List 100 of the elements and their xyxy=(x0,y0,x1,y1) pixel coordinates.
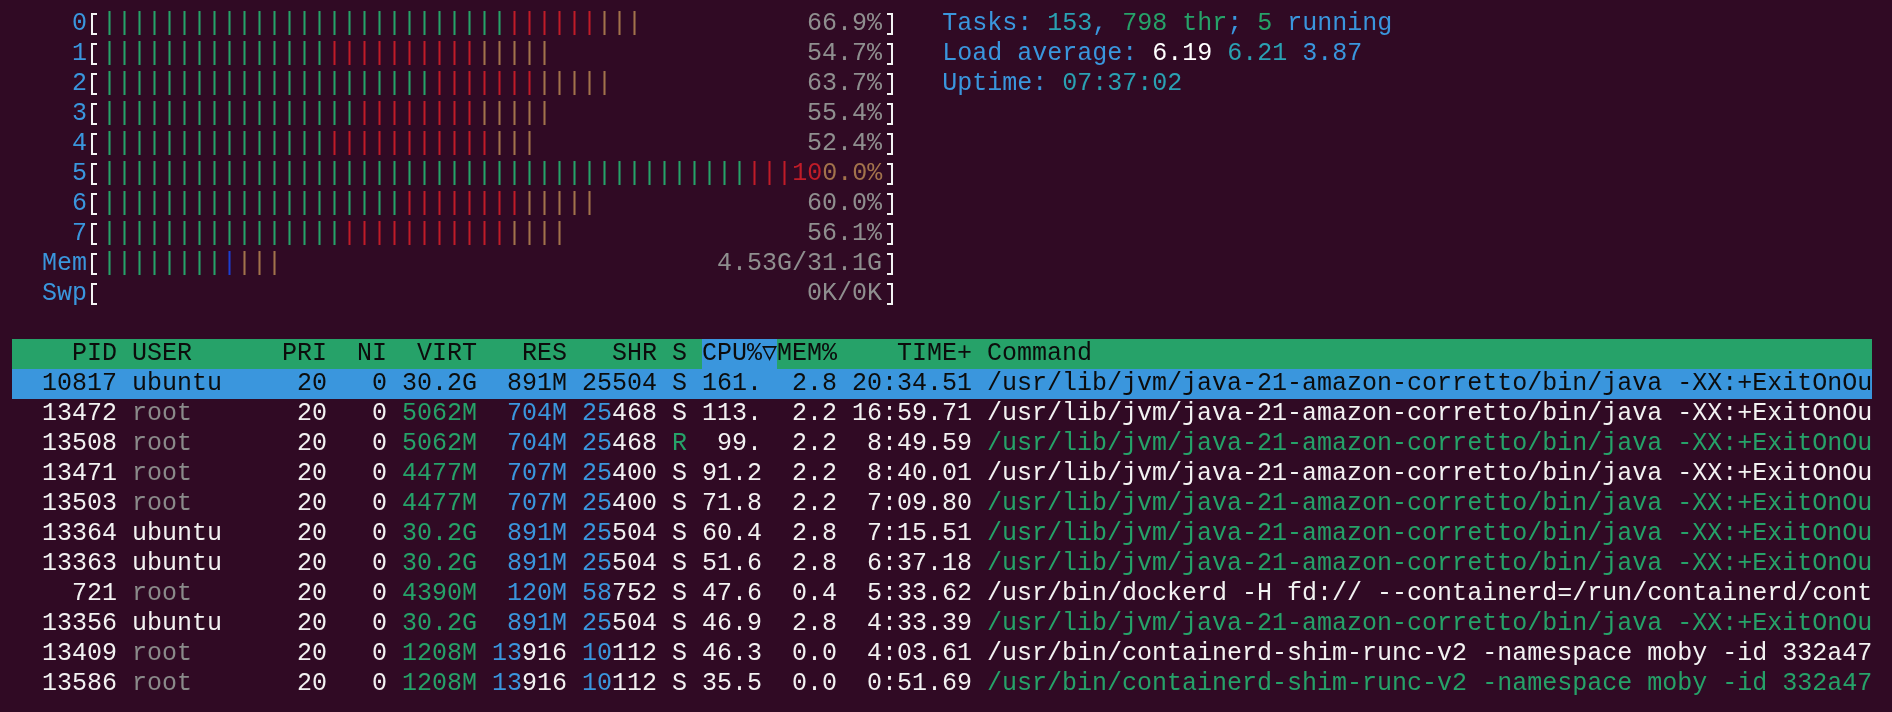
column-header[interactable]: USER xyxy=(132,339,283,369)
meter-label: 3 xyxy=(71,99,87,129)
meter-bar-text: |||||||| xyxy=(102,249,223,279)
table-cell-text: 51.6 xyxy=(702,549,764,579)
table-cell-text: 5062M xyxy=(402,399,479,429)
table-cell-text: 7:09.80 xyxy=(866,489,974,519)
command-cell-text: /usr/lib/jvm/java-21-amazon-corretto/bin/java -XX:+ExitOnOu xyxy=(987,609,1874,639)
table-cell-text: 0 xyxy=(371,609,389,639)
table-cell-text: 60.4 xyxy=(702,519,764,549)
table-cell-text: 13916 xyxy=(492,669,569,699)
meter-bar-text: |||| xyxy=(507,219,568,249)
table-cell-text: S xyxy=(672,549,689,579)
meter-bar-text: | xyxy=(222,249,238,279)
table-cell-text: 4:33.39 xyxy=(866,609,974,639)
table-cell-text: R xyxy=(672,429,689,459)
table-cell-text: 20 xyxy=(296,669,329,699)
selected-process-row[interactable]: 10817 ubuntu 20 0 30.2G 891M 25504 S 161. 2.8 20:34.51 /usr/lib/jvm/java-21-amazon-corretto/bin/java -XX:+ExitOnOu xyxy=(12,369,1873,399)
column-header[interactable]: VIRT xyxy=(402,339,493,369)
table-cell-text: 4477M xyxy=(402,459,479,489)
table-cell-text: 0.0 xyxy=(791,669,839,699)
table-cell-text: S xyxy=(672,669,689,699)
meter-bar-text: ||||||||||| xyxy=(327,129,493,159)
table-cell-text: 10112 xyxy=(582,639,659,669)
table-cell-text: 71.8 xyxy=(702,489,764,519)
meter-label: 5 xyxy=(71,159,87,189)
table-cell-text: 20 xyxy=(296,429,329,459)
table-cell-text: 25504 xyxy=(582,519,659,549)
table-cell-text: 25468 xyxy=(582,429,659,459)
column-header[interactable]: CPU%▽ xyxy=(702,339,778,369)
table-cell-text: 20 xyxy=(296,609,329,639)
column-header[interactable]: TIME+ xyxy=(852,339,988,369)
table-cell-text: 20:34.51 xyxy=(852,369,974,399)
table-cell-text: 5:33.62 xyxy=(866,579,974,609)
table-cell-text: 20 xyxy=(296,579,329,609)
table-cell-text: 13471 xyxy=(41,459,118,489)
table-cell-text: root xyxy=(132,429,194,459)
column-header[interactable]: MEM% xyxy=(777,339,853,369)
command-cell-text: /usr/bin/dockerd -H fd:// --containerd=/run/containerd/cont xyxy=(987,579,1874,609)
table-cell-text: 13364 xyxy=(41,519,118,549)
command-cell-text: /usr/bin/containerd-shim-runc-v2 -namespace moby -id 332a47 xyxy=(987,639,1874,669)
meter-bar-text: ||||||||||||||||| xyxy=(102,99,358,129)
meter-bar-text: |||||||||| xyxy=(327,39,478,69)
table-cell-text: 13472 xyxy=(41,399,118,429)
table-cell-text: 0 xyxy=(371,549,389,579)
table-cell-text: 0 xyxy=(371,489,389,519)
meter-bar-text: |||||||||||||||| xyxy=(102,219,343,249)
meter-bar-text: ||||||| xyxy=(432,69,538,99)
table-cell-text: 5062M xyxy=(402,429,479,459)
meter-bar-text: ||| xyxy=(747,159,793,189)
table-cell-text: root xyxy=(132,579,194,609)
meter-reading: 4.53G/31.1G xyxy=(717,249,883,279)
column-header[interactable]: RES xyxy=(492,339,583,369)
column-header[interactable]: NI xyxy=(342,339,403,369)
column-header[interactable]: Command xyxy=(987,339,1873,369)
column-header[interactable]: PRI xyxy=(282,339,343,369)
table-cell-text: 16:59.71 xyxy=(852,399,974,429)
table-cell-text: 2.8 xyxy=(791,519,839,549)
table-cell-text: ubuntu xyxy=(132,369,224,399)
table-cell-text: ubuntu xyxy=(132,609,224,639)
table-cell-text: 20 xyxy=(296,369,329,399)
table-cell-text: S xyxy=(672,639,689,669)
table-cell-text: 2.2 xyxy=(791,489,839,519)
table-cell-text: 0 xyxy=(371,579,389,609)
table-cell-text: 0.0 xyxy=(791,639,839,669)
meter-label: 4 xyxy=(71,129,87,159)
table-cell-text: S xyxy=(672,459,689,489)
table-cell-text: 2.8 xyxy=(791,369,839,399)
table-cell-text: 4477M xyxy=(402,489,479,519)
meter-reading: 63.7% xyxy=(807,69,883,99)
meter-reading: 60.0% xyxy=(807,189,883,219)
table-cell-text: 10817 xyxy=(41,369,118,399)
table-cell-text: 7:15.51 xyxy=(866,519,974,549)
table-cell-text: S xyxy=(672,609,689,639)
meter-label: 1 xyxy=(71,39,87,69)
table-cell-text: 891M xyxy=(506,519,569,549)
command-cell-text: /usr/lib/jvm/java-21-amazon-corretto/bin/java -XX:+ExitOnOu xyxy=(987,519,1874,549)
table-cell-text: root xyxy=(132,669,194,699)
table-cell-text: 2.2 xyxy=(791,429,839,459)
table-cell-text: 20 xyxy=(296,549,329,579)
meter-reading: 54.7% xyxy=(807,39,883,69)
table-cell-text: 46.9 xyxy=(702,609,764,639)
table-cell-text: 704M xyxy=(506,399,569,429)
table-cell-text: 2.2 xyxy=(791,459,839,489)
table-cell-text: 0.4 xyxy=(791,579,839,609)
table-cell-text: 30.2G xyxy=(402,609,479,639)
table-cell-text: 35.5 xyxy=(702,669,764,699)
table-cell-text: 30.2G xyxy=(402,549,479,579)
column-header[interactable]: S xyxy=(672,339,703,369)
command-cell-text: /usr/lib/jvm/java-21-amazon-corretto/bin/java -XX:+ExitOnOu xyxy=(987,489,1874,519)
command-cell-text: /usr/lib/jvm/java-21-amazon-corretto/bin/java -XX:+ExitOnOu xyxy=(987,399,1874,429)
meter-bar-text: |||||||| xyxy=(402,189,523,219)
table-cell-text: 20 xyxy=(296,399,329,429)
meter-bar-text: ||||||||||||||| xyxy=(102,129,328,159)
table-cell-text: 161. xyxy=(702,369,764,399)
table-cell-text: 0 xyxy=(371,639,389,669)
column-header[interactable]: PID xyxy=(12,339,132,369)
table-cell-text: 25504 xyxy=(582,369,659,399)
meter-reading: 100.0% xyxy=(792,159,883,189)
column-header[interactable]: SHR xyxy=(582,339,673,369)
meter-label: 7 xyxy=(71,219,87,249)
